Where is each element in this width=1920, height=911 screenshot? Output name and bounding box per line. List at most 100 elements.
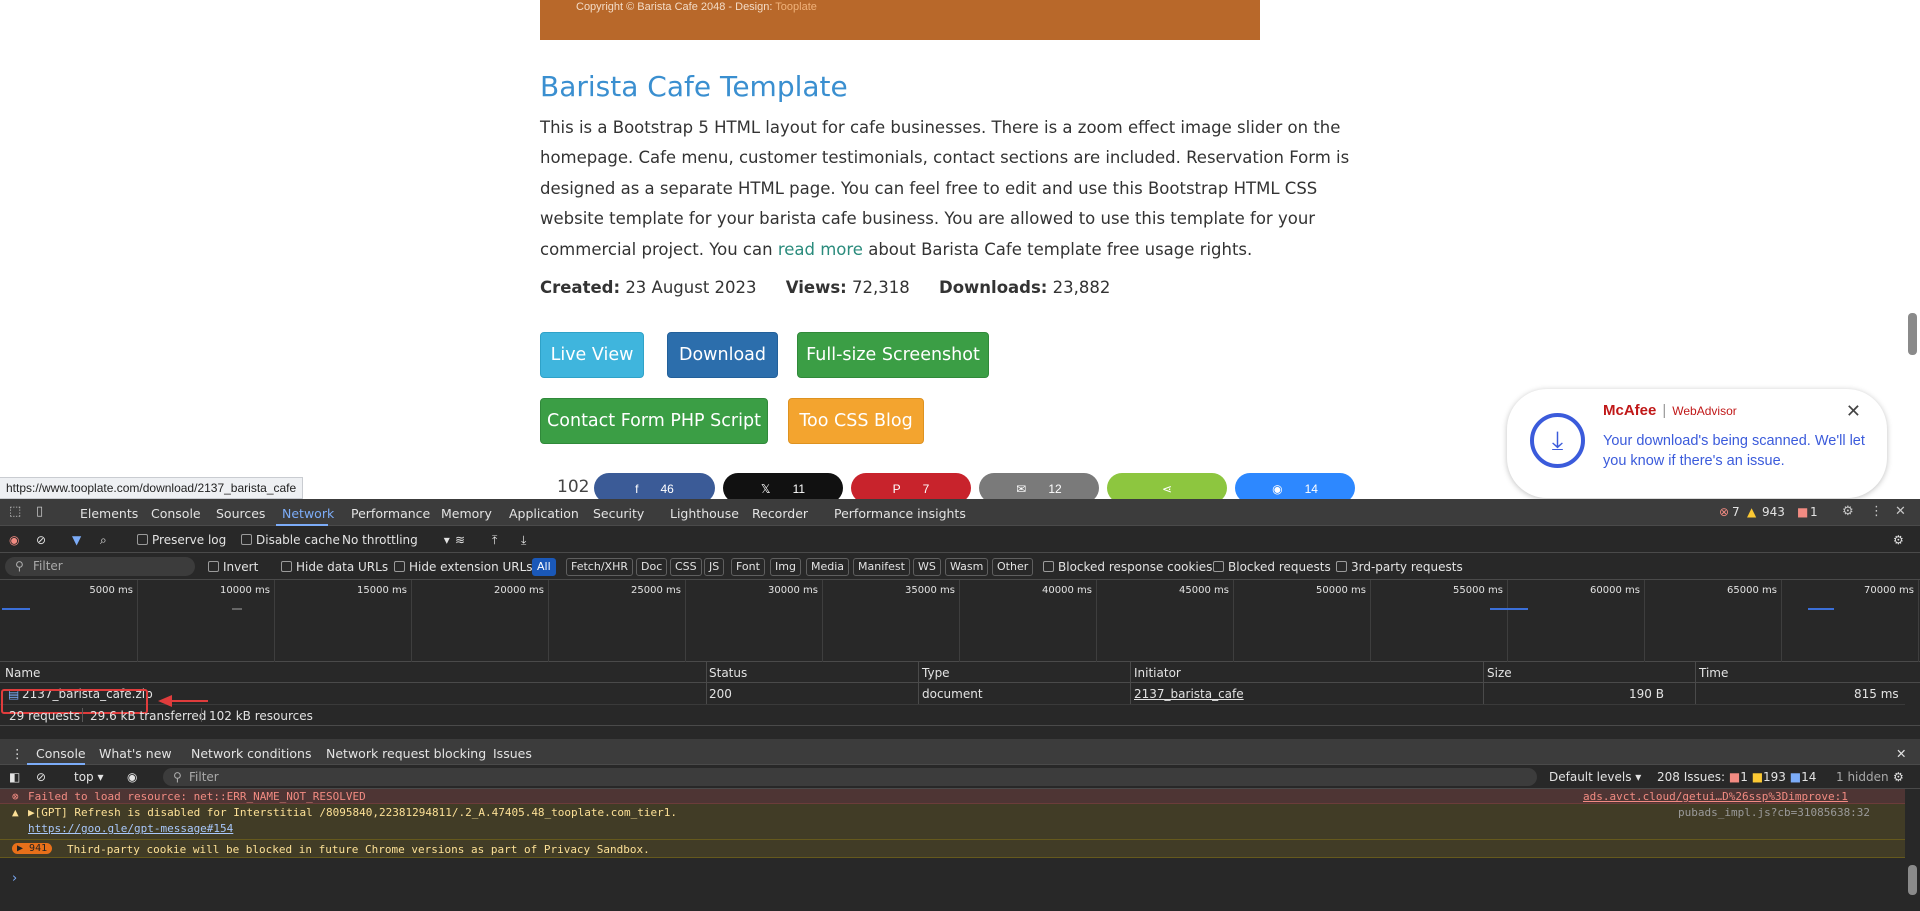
tab-network[interactable]: Network [282,506,334,521]
column-initiator[interactable]: Initiator [1134,666,1181,680]
filter-funnel-icon[interactable]: ▼ [72,533,81,547]
x-icon: 𝕏 [760,482,771,496]
disable-cache-checkbox[interactable]: Disable cache [241,533,340,547]
preserve-log-checkbox[interactable]: Preserve log [137,533,226,547]
network-conditions-icon[interactable]: ≋ [455,533,465,547]
error-source-link[interactable]: ads.avct.cloud/getui…D%26ssp%3Dimprove:1 [1583,790,1848,803]
column-size[interactable]: Size [1487,666,1512,680]
live-view-button[interactable]: Live View [540,332,644,378]
tab-memory[interactable]: Memory [441,506,492,521]
type-filter-ws[interactable]: WS [913,558,941,576]
close-devtools-icon[interactable]: ✕ [1895,504,1906,519]
drawer-tab-console[interactable]: Console [36,746,86,761]
too-css-blog-button[interactable]: Too CSS Blog [788,398,924,444]
drawer-menu-icon[interactable]: ⋮ [11,746,24,761]
network-filter-input[interactable]: ⚲ Filter [5,557,195,576]
invert-checkbox[interactable]: Invert [208,560,258,574]
search-icon[interactable]: ⌕ [100,533,107,548]
record-icon[interactable]: ◉ [9,533,19,547]
drawer-tab-whats-new[interactable]: What's new [99,746,172,761]
more-options-icon[interactable]: ⋮ [1870,504,1883,519]
warning-source-link[interactable]: pubads_impl.js?cb=31085638:32 [1678,806,1870,819]
close-icon[interactable]: ✕ [1846,401,1861,422]
export-har-icon[interactable]: ⤓ [521,533,526,548]
type-filter-css[interactable]: CSS [670,558,702,576]
live-expression-eye-icon[interactable]: ◉ [127,770,137,784]
messenger-icon: ◉ [1272,482,1283,496]
warning-count-icon[interactable]: ▲ [1747,505,1756,519]
facebook-share-button[interactable]: f 46 [594,473,715,499]
type-filter-all[interactable]: All [532,558,556,576]
log-levels-select[interactable]: Default levels ▾ [1549,770,1641,784]
warning-docs-link[interactable]: https://goo.gle/gpt-message#154 [28,822,233,835]
tab-console[interactable]: Console [151,506,201,521]
close-drawer-icon[interactable]: ✕ [1896,746,1906,761]
issues-summary[interactable]: 208 Issues: ■1 ■193 ■14 [1657,770,1816,784]
messenger-share-button[interactable]: ◉ 14 [1235,473,1355,499]
type-filter-img[interactable]: Img [770,558,801,576]
table-row[interactable]: ▤ 2137_barista_cafe.zip 200 document 213… [0,683,1905,705]
throttling-select[interactable]: No throttling ▾ [342,533,450,547]
type-filter-fetch-xhr[interactable]: Fetch/XHR [566,558,633,576]
type-filter-js[interactable]: JS [704,558,725,576]
device-toolbar-icon[interactable]: ▯ [36,504,43,519]
column-status[interactable]: Status [709,666,747,680]
scrollbar-thumb[interactable] [1908,313,1917,355]
console-settings-gear-icon[interactable]: ⚙ [1893,770,1904,784]
sidebar-toggle-icon[interactable]: ◧ [9,770,20,784]
tab-elements[interactable]: Elements [80,506,138,521]
x-share-button[interactable]: 𝕏 11 [723,473,843,499]
blocked-requests-checkbox[interactable]: Blocked requests [1213,560,1331,574]
timeline-request-bar [232,608,242,610]
column-time[interactable]: Time [1699,666,1728,680]
tab-application[interactable]: Application [509,506,579,521]
error-count-icon[interactable]: ⊗ [1719,505,1729,519]
column-name[interactable]: Name [5,666,40,680]
type-filter-media[interactable]: Media [806,558,850,576]
inspect-element-icon[interactable]: ⬚ [9,504,21,519]
scrollbar-thumb[interactable] [1908,865,1917,895]
settings-gear-icon[interactable]: ⚙ [1842,504,1854,519]
hide-data-urls-checkbox[interactable]: Hide data URLs [281,560,388,574]
issues-count-icon[interactable]: ■ [1797,505,1808,519]
drawer-tab-network-conditions[interactable]: Network conditions [191,746,311,761]
footer-design-link[interactable]: Tooplate [775,1,817,13]
tab-security[interactable]: Security [593,506,644,521]
contact-form-php-button[interactable]: Contact Form PHP Script [540,398,768,444]
type-filter-manifest[interactable]: Manifest [853,558,910,576]
read-more-link[interactable]: read more [778,240,863,259]
console-filter-input[interactable]: ⚲ Filter [163,768,1537,786]
clear-console-icon[interactable]: ⊘ [36,770,46,784]
timeline-gridline [411,580,412,662]
clear-icon[interactable]: ⊘ [36,533,46,547]
type-filter-wasm[interactable]: Wasm [945,558,989,576]
network-settings-gear-icon[interactable]: ⚙ [1893,533,1904,547]
tab-performance[interactable]: Performance [351,506,430,521]
download-button[interactable]: Download [667,332,778,378]
hide-extension-urls-checkbox[interactable]: Hide extension URLs [394,560,533,574]
third-party-requests-checkbox[interactable]: 3rd-party requests [1336,560,1463,574]
drawer-tab-issues[interactable]: Issues [493,746,532,761]
full-size-screenshot-button[interactable]: Full-size Screenshot [797,332,989,378]
console-prompt[interactable]: › [12,871,17,886]
console-toolbar: ◧ ⊘ top ▾ ◉ ⚲ Filter Default levels ▾ 208… [0,765,1920,789]
page-scrollbar[interactable] [1905,0,1920,499]
pinterest-share-button[interactable]: P7 [851,473,971,499]
network-overview-timeline[interactable]: 5000 ms 10000 ms 15000 ms 20000 ms 25000 ms 3… [0,580,1920,662]
console-scrollbar[interactable] [1905,789,1920,911]
type-filter-font[interactable]: Font [731,558,765,576]
tab-recorder[interactable]: Recorder [752,506,808,521]
tab-sources[interactable]: Sources [216,506,265,521]
column-type[interactable]: Type [922,666,950,680]
email-share-button[interactable]: ✉ 12 [979,473,1099,499]
generic-share-button[interactable]: ⋖ [1107,473,1227,499]
tab-performance-insights[interactable]: Performance insights [834,506,966,521]
tab-lighthouse[interactable]: Lighthouse [670,506,739,521]
blocked-response-cookies-checkbox[interactable]: Blocked response cookies [1043,560,1212,574]
type-filter-other[interactable]: Other [992,558,1034,576]
type-filter-doc[interactable]: Doc [636,558,668,576]
context-select[interactable]: top ▾ [74,770,104,784]
import-har-icon[interactable]: ⤒ [492,533,497,548]
request-initiator-link[interactable]: 2137_barista_cafe [1134,687,1244,701]
drawer-tab-request-blocking[interactable]: Network request blocking [326,746,486,761]
